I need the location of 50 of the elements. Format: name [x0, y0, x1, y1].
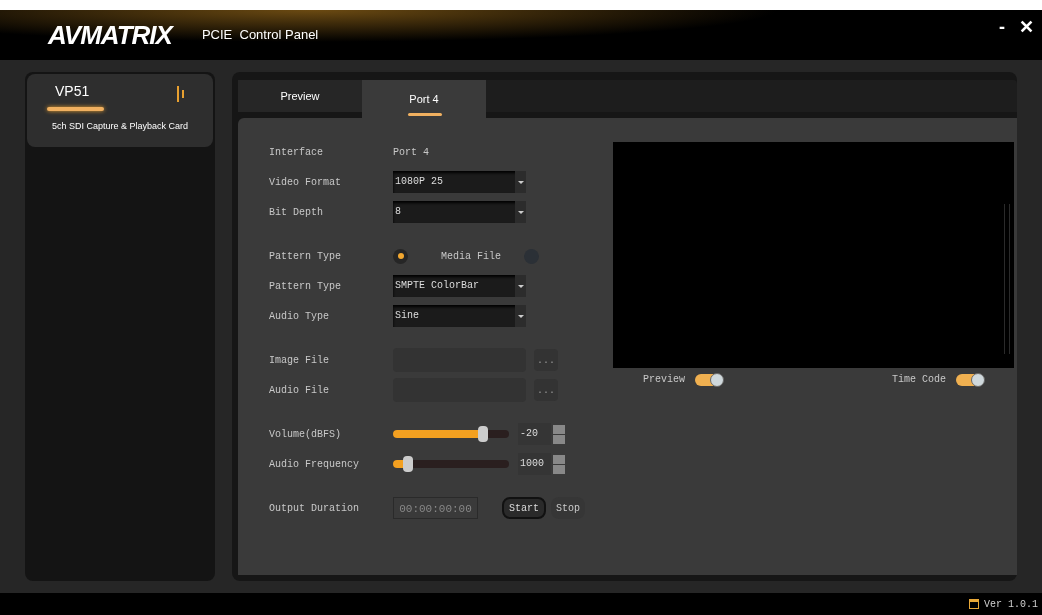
- scrollbar[interactable]: [1004, 204, 1010, 354]
- field-label: Interface: [269, 145, 324, 160]
- browse-button[interactable]: ...: [534, 379, 558, 401]
- spinner[interactable]: [553, 424, 565, 444]
- browse-button[interactable]: ...: [534, 349, 558, 371]
- field-label: Audio Type: [269, 309, 330, 324]
- field-label: Audio Frequency: [269, 457, 360, 472]
- field-label: Pattern Type: [269, 249, 342, 264]
- slider-thumb[interactable]: [403, 456, 414, 472]
- level-icon: [177, 86, 185, 102]
- window-icon: [969, 599, 979, 609]
- device-description: 5ch SDI Capture & Playback Card: [50, 120, 190, 133]
- field-label: Bit Depth: [269, 205, 324, 220]
- tab[interactable]: Port 4: [362, 80, 486, 118]
- caret-icon: [517, 284, 524, 288]
- stop-button[interactable]: Stop: [551, 497, 586, 519]
- tab[interactable]: Preview: [238, 80, 362, 112]
- minimize-button[interactable]: -: [999, 13, 1005, 41]
- selection-indicator: [47, 107, 104, 111]
- toggle-label: Time Code: [892, 373, 946, 387]
- toggle-switch[interactable]: [956, 373, 984, 386]
- device-card[interactable]: VP51 5ch SDI Capture & Playback Card: [27, 74, 213, 147]
- field-label: Output Duration: [269, 501, 360, 516]
- version-label: Ver 1.0.1: [984, 597, 1038, 612]
- radio-button[interactable]: [393, 248, 408, 264]
- close-button[interactable]: ✕: [1019, 13, 1034, 41]
- field-label: Pattern Type: [269, 279, 342, 294]
- slider-thumb[interactable]: [478, 426, 489, 442]
- caret-icon: [517, 180, 524, 184]
- caret-icon: [517, 210, 524, 214]
- logo: AVMATRIX: [48, 18, 172, 52]
- field-label: Audio File: [269, 383, 330, 398]
- device-name: VP51: [55, 82, 90, 101]
- field-label: Image File: [269, 353, 330, 368]
- field-label: Video Format: [269, 175, 342, 190]
- dropdown[interactable]: 8: [393, 201, 526, 223]
- start-button[interactable]: Start: [502, 497, 546, 519]
- dropdown[interactable]: 1080P 25: [393, 171, 526, 193]
- caret-icon: [517, 314, 524, 318]
- toggle-switch[interactable]: [695, 373, 723, 386]
- dropdown[interactable]: Sine: [393, 305, 526, 327]
- window-title: PCIE Control Panel: [201, 26, 319, 45]
- option-label: Media File: [441, 249, 501, 264]
- spinner[interactable]: [553, 454, 565, 474]
- dropdown[interactable]: SMPTE ColorBar: [393, 275, 526, 297]
- number-field[interactable]: -20: [518, 423, 551, 445]
- field-label: Volume(dBFS): [269, 427, 342, 442]
- toggle-label: Preview: [643, 373, 685, 387]
- number-field[interactable]: 1000: [518, 453, 551, 475]
- field-value: Port 4: [393, 145, 429, 160]
